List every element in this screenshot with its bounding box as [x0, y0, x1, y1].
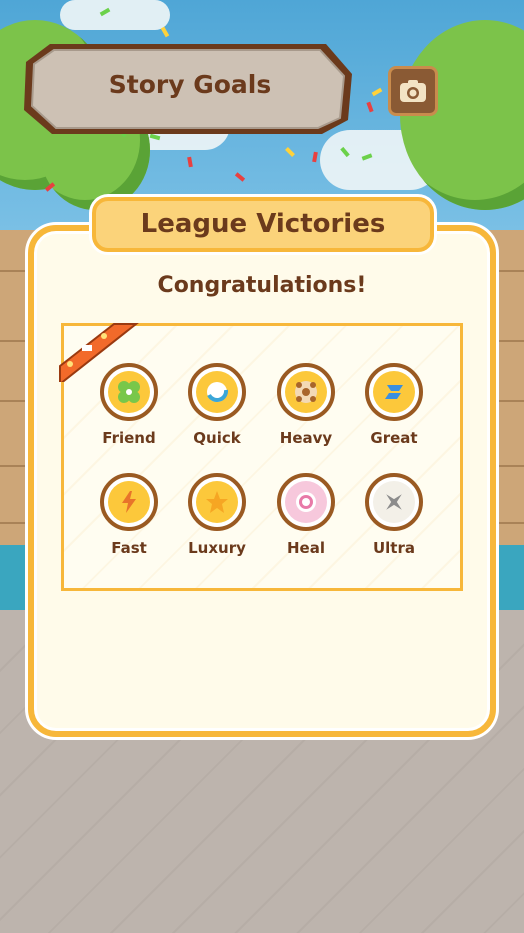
- medal-ring: [188, 473, 246, 531]
- congratulations-text: Congratulations!: [157, 273, 367, 298]
- camera-button[interactable]: [388, 66, 438, 116]
- medal-luxury[interactable]: Luxury: [172, 473, 262, 557]
- story-goals-title: Story Goals: [108, 70, 272, 99]
- cross-dots-icon: [295, 381, 317, 403]
- lightning-stripes-icon: [385, 385, 403, 399]
- medal-label: Quick: [193, 429, 241, 447]
- clover-icon: [118, 381, 140, 403]
- medal-label: Luxury: [188, 539, 246, 557]
- medal-label: Heavy: [279, 429, 333, 447]
- medal-great[interactable]: Great: [349, 363, 439, 447]
- medal-fast[interactable]: Fast: [84, 473, 174, 557]
- medal-heavy[interactable]: Heavy: [261, 363, 351, 447]
- medal-label: Heal: [287, 539, 325, 557]
- medal-ultra[interactable]: Ultra: [349, 473, 439, 557]
- medal-ring: [100, 363, 158, 421]
- medal-label: Great: [370, 429, 418, 447]
- medal-ring: [365, 473, 423, 531]
- cloud: [60, 0, 170, 30]
- target-heart-icon: [296, 492, 316, 512]
- medal-ring: [277, 363, 335, 421]
- medal-ring: [100, 473, 158, 531]
- medal-label: Ultra: [372, 539, 415, 557]
- medal-ring: [365, 363, 423, 421]
- star-icon: [206, 491, 228, 513]
- medal-friend[interactable]: Friend: [84, 363, 174, 447]
- medal-quick[interactable]: Quick: [172, 363, 262, 447]
- bolt-icon: [122, 491, 136, 513]
- swirl-icon: [207, 382, 229, 402]
- camera-icon: [400, 80, 426, 102]
- dialog-title: League Victories: [92, 197, 434, 252]
- medal-ring: [277, 473, 335, 531]
- medal-heal[interactable]: Heal: [261, 473, 351, 557]
- shuriken-icon: [386, 494, 402, 510]
- medal-label: Fast: [111, 539, 147, 557]
- medal-label: Friend: [102, 429, 156, 447]
- medal-ring: [188, 363, 246, 421]
